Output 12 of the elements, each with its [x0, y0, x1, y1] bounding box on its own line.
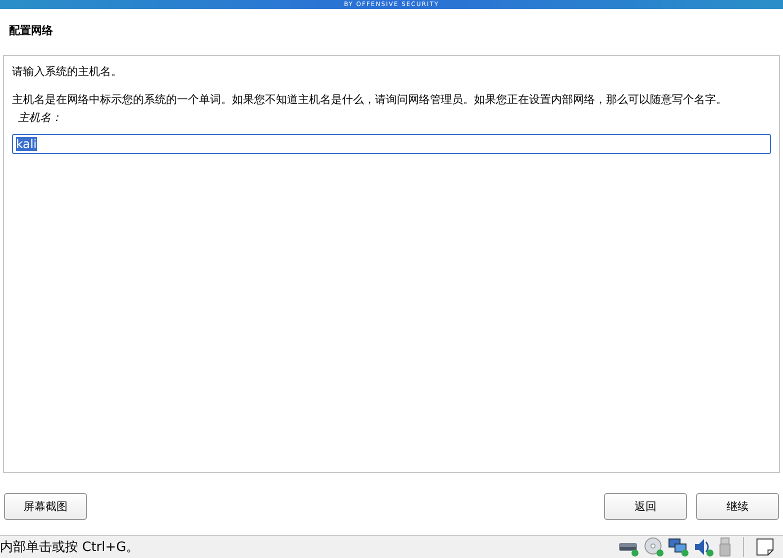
speaker-icon[interactable] [693, 537, 715, 557]
page-title: 配置网络 [8, 23, 54, 39]
hostname-label: 主机名： [18, 110, 63, 126]
hostname-field[interactable]: kali [12, 134, 771, 154]
back-button[interactable]: 返回 [604, 493, 687, 520]
screenshot-button[interactable]: 屏幕截图 [4, 493, 87, 520]
status-hint: 内部单击或按 Ctrl+G。 [0, 539, 140, 556]
intro-text: 请输入系统的主机名。 [12, 64, 123, 80]
note-icon[interactable] [755, 537, 775, 557]
description-text: 主机名是在网络中标示您的系统的一个单词。如果您不知道主机名是什么，请询问网络管理员。如果您正在设置内部网络，那么可以随意写个名字。 [12, 92, 728, 108]
continue-button[interactable]: 继续 [696, 493, 779, 520]
network-icon[interactable] [668, 537, 690, 557]
